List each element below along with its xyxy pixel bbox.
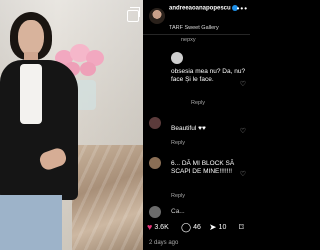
post-username[interactable]: andreeaoanapopescu — [169, 5, 241, 13]
reply-button[interactable]: Reply — [191, 100, 205, 106]
comment-text: obsesia mea nu? Da, nu? face Și le face. — [171, 68, 246, 83]
comment-button[interactable]: ◯ 46 — [181, 222, 201, 233]
commenter-avatar[interactable] — [149, 117, 161, 129]
post-date: 2 days ago — [149, 240, 179, 246]
header-divider — [143, 34, 250, 35]
bookmark-icon: ⌑ — [239, 222, 244, 232]
comment-snippet: nepxy — [181, 37, 196, 43]
commenter-avatar[interactable] — [149, 206, 161, 218]
share-icon: ➤ — [209, 222, 217, 232]
share-count: 10 — [218, 224, 227, 231]
comment-text: Beautiful ♥♥ — [171, 125, 206, 133]
carousel-icon — [127, 7, 140, 22]
location-label[interactable]: TARF Sweet Gallery — [169, 25, 219, 31]
comment-text: Ca... — [171, 208, 185, 215]
light-jeans — [0, 195, 62, 250]
save-button[interactable]: ⌑ — [239, 222, 244, 233]
peony-flower — [80, 62, 96, 76]
marble-veins — [72, 145, 143, 250]
like-comment-icon[interactable]: ♡ — [240, 170, 246, 178]
comment-text-content: Beautiful ♥♥ — [171, 125, 206, 132]
comments-panel: andreeaoanapopescu TARF Sweet Gallery ••… — [143, 0, 250, 250]
white-top — [20, 64, 42, 124]
username-text[interactable]: andreeaoanapopescu — [169, 6, 231, 12]
reply-button[interactable]: Reply — [171, 140, 185, 146]
more-options-icon[interactable]: ••• — [237, 4, 248, 13]
person-face — [18, 20, 44, 56]
post-photo[interactable] — [0, 0, 143, 250]
like-button[interactable]: ♥ 3.6K — [147, 222, 169, 232]
heart-icon: ♥ — [147, 222, 153, 232]
comment-text: 6... DĂ MI BLOCK SĂ SCAPI DE MINE!!!!!!! — [171, 160, 235, 175]
profile-avatar[interactable] — [149, 8, 165, 24]
post-action-bar: ♥ 3.6K ◯ 46 ➤ 10 ⌑ — [143, 222, 250, 238]
reply-button[interactable]: Reply — [171, 193, 185, 199]
like-count: 3.6K — [154, 223, 169, 231]
like-comment-icon[interactable]: ♡ — [240, 80, 246, 88]
comment-count: 46 — [193, 224, 201, 231]
like-comment-icon[interactable]: ♡ — [240, 127, 246, 135]
commenter-avatar[interactable] — [171, 52, 183, 64]
share-button[interactable]: ➤ 10 — [209, 222, 226, 233]
commenter-avatar[interactable] — [149, 157, 161, 169]
comment-icon: ◯ — [181, 222, 192, 232]
